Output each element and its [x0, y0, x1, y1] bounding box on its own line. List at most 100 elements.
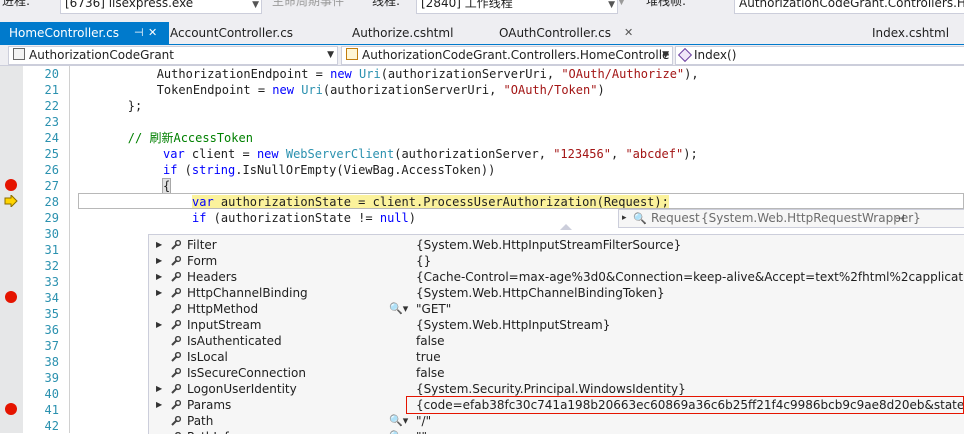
property-wrench-icon — [171, 304, 181, 314]
property-value[interactable]: "/" — [416, 413, 431, 429]
property-value[interactable]: "" — [416, 429, 427, 434]
line-number: 37 — [44, 339, 59, 353]
property-value[interactable]: {Cache-Control=max-age%3d0&Connection=ke… — [416, 269, 964, 285]
expand-arrow-icon[interactable]: ▶ — [156, 381, 162, 397]
line-number: 29 — [44, 211, 59, 225]
property-wrench-icon — [171, 288, 181, 298]
line-number: 38 — [44, 355, 59, 369]
thread-flag-icon[interactable]: ▼ — [618, 0, 625, 7]
process-value: [6736] iisexpress.exe — [65, 0, 194, 10]
document-tab-bar: HomeController.cs ⊣ ✕ AccountController.… — [0, 22, 964, 46]
property-value[interactable]: true — [416, 349, 441, 365]
property-value[interactable]: false — [416, 333, 445, 349]
property-value[interactable]: {} — [416, 253, 431, 269]
pin-datatip-icon[interactable]: ▸ — [622, 210, 627, 227]
class-dropdown[interactable]: AuthorizationCodeGrant.Controllers.HomeC… — [341, 46, 673, 65]
property-value[interactable]: {System.Web.HttpChannelBindingToken} — [416, 285, 665, 301]
text-visualizer-icon[interactable]: 🔍▾ — [389, 429, 408, 434]
expand-arrow-icon[interactable]: ▶ — [156, 317, 162, 333]
expand-arrow-icon[interactable]: ▶ — [156, 269, 162, 285]
navigation-bar: AuthorizationCodeGrant ▼ AuthorizationCo… — [0, 45, 964, 66]
line-number: 32 — [44, 259, 59, 273]
thread-dropdown[interactable]: [2840] 工作线程 ▼ — [416, 0, 618, 14]
tab-index-cshtml[interactable]: Index.cshtml — [872, 22, 962, 44]
line-number: 25 — [44, 147, 59, 161]
code-line: { — [161, 178, 172, 194]
property-wrench-icon — [171, 240, 181, 250]
indicator-margin[interactable] — [0, 66, 23, 433]
datatip-row[interactable]: HttpMethod 🔍▾ "GET" — [149, 301, 964, 317]
close-icon[interactable]: ✕ — [624, 22, 633, 44]
chevron-down-icon: ▼ — [662, 50, 669, 60]
property-value[interactable]: {System.Web.HttpInputStream} — [416, 317, 610, 333]
params-value-highlight — [406, 396, 964, 414]
method-icon — [677, 47, 693, 63]
expand-arrow-icon[interactable]: ▶ — [156, 253, 162, 269]
property-name: LogonUserIdentity — [187, 382, 297, 396]
process-dropdown[interactable]: [6736] iisexpress.exe ▼ — [60, 0, 262, 14]
expand-arrow-icon[interactable]: ▶ — [156, 397, 162, 413]
datatip-header[interactable]: ▸ 🔍 Request {System.Web.HttpRequestWrapp… — [618, 209, 964, 228]
datatip-row[interactable]: ▶ InputStream {System.Web.HttpInputStream} — [149, 317, 964, 333]
class-icon — [346, 48, 358, 60]
close-icon[interactable]: ✕ — [148, 22, 157, 44]
line-number: 21 — [44, 83, 59, 97]
line-number: 27 — [44, 179, 59, 193]
project-dropdown[interactable]: AuthorizationCodeGrant ▼ — [8, 46, 338, 65]
pin-icon[interactable]: ⊣ — [134, 22, 144, 44]
property-wrench-icon — [171, 256, 181, 266]
tab-oauth-controller[interactable]: OAuthController.cs ✕ — [499, 22, 639, 44]
thread-label: 线程: — [372, 0, 401, 8]
tab-account-controller[interactable]: AccountController.cs — [170, 22, 300, 44]
datatip-row[interactable]: ▶ HttpChannelBinding {System.Web.HttpChann… — [149, 285, 964, 301]
breakpoint-icon[interactable] — [5, 403, 17, 415]
tab-home-controller[interactable]: HomeController.cs ⊣ ✕ — [0, 22, 169, 44]
line-number: 30 — [44, 227, 59, 241]
text-visualizer-icon[interactable]: 🔍▾ — [389, 301, 408, 317]
magnifier-icon[interactable]: 🔍 — [633, 210, 647, 227]
datatip-row[interactable]: PathInfo 🔍▾ "" — [149, 429, 964, 434]
line-number: 26 — [44, 163, 59, 177]
lifecycle-events-button[interactable]: 生命周期事件 — [272, 0, 344, 9]
datatip-row[interactable]: IsLocal true — [149, 349, 964, 365]
stackframe-dropdown[interactable]: AuthorizationCodeGrant.Controllers.H — [734, 0, 964, 14]
datatip-row[interactable]: ▶ Filter {System.Web.HttpInputStreamFilter… — [149, 237, 964, 253]
expand-arrow-icon[interactable]: ▶ — [156, 237, 162, 253]
project-name: AuthorizationCodeGrant — [29, 48, 174, 62]
code-line: if (string.IsNullOrEmpty(ViewBag.AccessT… — [163, 163, 496, 177]
property-name: HttpChannelBinding — [187, 286, 308, 300]
brace-match: { — [161, 178, 172, 194]
expand-arrow-icon[interactable]: ▶ — [156, 285, 162, 301]
property-value[interactable]: {System.Security.Principal.WindowsIdenti… — [416, 381, 686, 397]
text-visualizer-icon[interactable]: 🔍▾ — [389, 413, 408, 429]
stackframe-value: AuthorizationCodeGrant.Controllers.H — [739, 0, 964, 10]
property-value[interactable]: {System.Web.HttpInputStreamFilterSource} — [416, 237, 681, 253]
code-line: }; — [70, 99, 143, 113]
current-line-outline — [78, 193, 964, 209]
pin-icon[interactable]: ⊣ — [895, 210, 905, 227]
breakpoint-icon[interactable] — [5, 179, 17, 191]
property-value[interactable]: "GET" — [416, 301, 451, 317]
member-dropdown[interactable]: Index() — [675, 46, 964, 65]
tab-authorize-cshtml[interactable]: Authorize.cshtml — [352, 22, 462, 44]
datatip-row[interactable]: Path 🔍▾ "/" — [149, 413, 964, 429]
datatip-row[interactable]: IsAuthenticated false — [149, 333, 964, 349]
datatip-row[interactable]: IsSecureConnection false — [149, 365, 964, 381]
property-wrench-icon — [171, 384, 181, 394]
datatip-row[interactable]: ▶ Headers {Cache-Control=max-age%3d0&Conne… — [149, 269, 964, 285]
chevron-down-icon: ▼ — [327, 50, 334, 60]
datatip-row[interactable]: ▶ LogonUserIdentity {System.Security.Princ… — [149, 381, 964, 397]
property-value[interactable]: false — [416, 365, 445, 381]
property-name: PathInfo — [187, 429, 236, 434]
line-number: 31 — [44, 243, 59, 257]
tab-label: AccountController.cs — [170, 26, 294, 40]
line-number: 34 — [44, 291, 59, 305]
property-name: IsAuthenticated — [187, 334, 282, 348]
process-label: 进程: — [2, 0, 31, 8]
current-statement-arrow-icon — [4, 195, 18, 207]
datatip-row[interactable]: ▶ Form {} — [149, 253, 964, 269]
line-number: 22 — [44, 99, 59, 113]
line-number: 28 — [44, 195, 59, 209]
breakpoint-icon[interactable] — [5, 291, 17, 303]
datatip-expression: Request — [651, 211, 700, 225]
